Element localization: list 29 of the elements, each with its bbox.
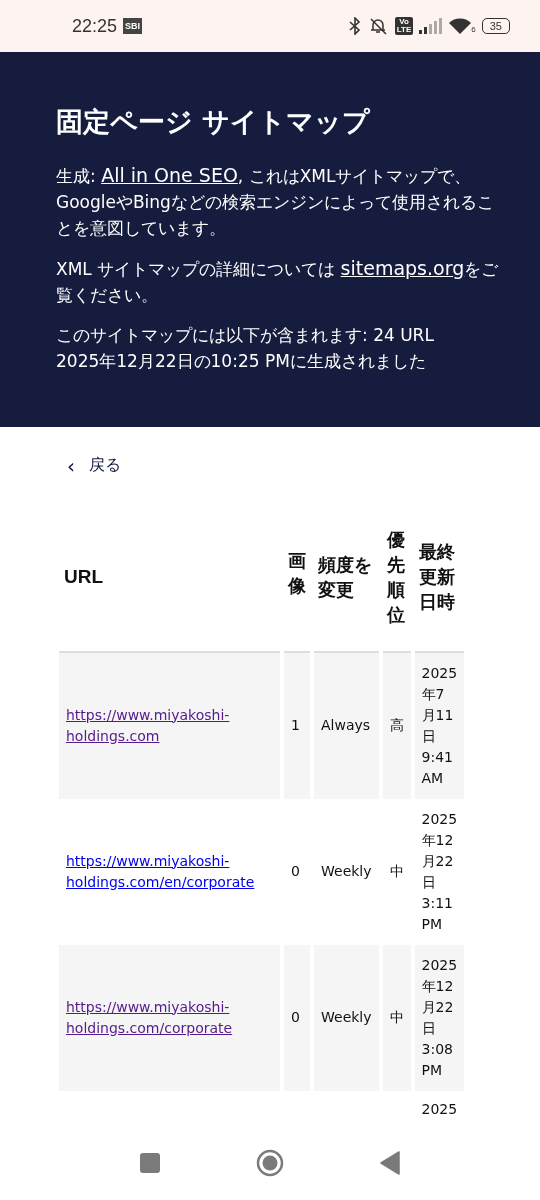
volte-badge: Vo LTE [394, 17, 414, 35]
table-cell: 高 [382, 652, 411, 799]
summary-text: 2025年12月22日の10:25 PMに生成されました [56, 350, 426, 373]
table-cell: Weekly [314, 944, 379, 1091]
table-cell: 2025年7月11日 9:41 AM [414, 652, 465, 799]
table-cell: 中 [382, 944, 411, 1091]
back-link[interactable]: ‹ 戻る [67, 455, 121, 476]
generator-link[interactable]: All in One SEO [101, 164, 238, 186]
wifi-icon [449, 18, 472, 34]
url-link[interactable]: https://www.miyakoshi-holdings.com/en/corporate [66, 850, 276, 893]
table-cell: 2025年12月22日 3:08 PM [414, 944, 465, 1091]
info-text: XML サイトマップの詳細については sitemaps.orgをご覧ください。 [56, 256, 500, 307]
sitemaps-link[interactable]: sitemaps.org [340, 257, 465, 279]
page-title: 固定ページ サイトマップ [56, 105, 372, 139]
home-icon[interactable] [256, 1149, 284, 1177]
intro-text: 生成: All in One SEO, これはXMLサイトマップで、GoogleやBingなどの検索エンジンによって使用されることを意図しています。 [56, 163, 495, 240]
clock-time: 22:25 [72, 15, 118, 37]
battery-icon: 35 [481, 18, 510, 34]
table-cell: 0 [284, 944, 310, 1091]
table-cell: 1 [284, 652, 310, 799]
wifi-label: 6 [471, 25, 476, 34]
back-icon[interactable] [380, 1151, 400, 1175]
signal-icon [419, 18, 444, 34]
summary-text: このサイトマップには以下が含まれます: 24 URL [56, 324, 434, 347]
bluetooth-icon [348, 17, 361, 35]
url-link[interactable]: https://www.miyakoshi-holdings.com/corporate [66, 996, 276, 1039]
table-cell: Always [314, 652, 379, 799]
carrier-badge: SBI [123, 18, 143, 34]
url-link[interactable]: https://www.miyakoshi-holdings.com [66, 704, 276, 747]
